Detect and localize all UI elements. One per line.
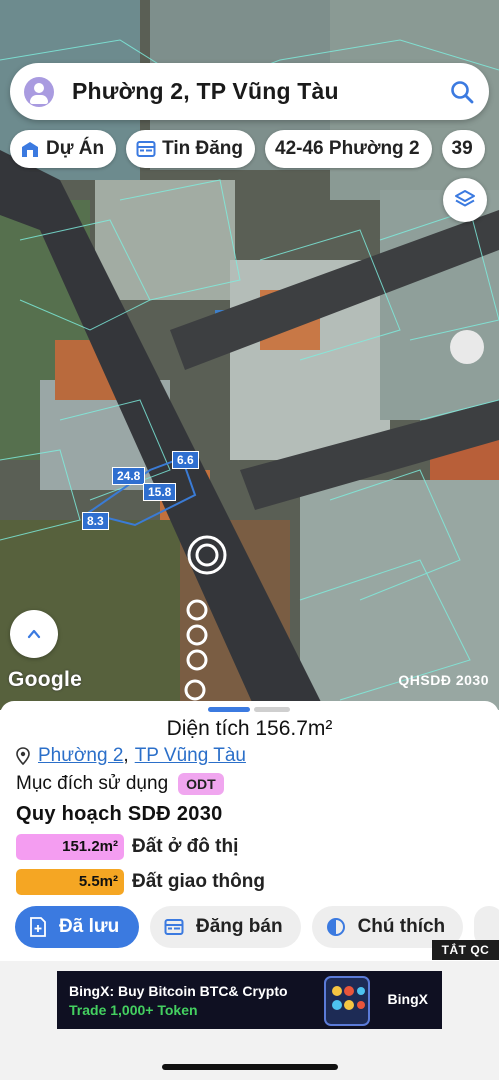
chip-address[interactable]: 42-46 Phường 2	[265, 130, 432, 168]
search-bar[interactable]: Phường 2, TP Vũng Tàu	[10, 63, 489, 120]
filter-chips: Dự Án Tin Đăng 42-46 Phường 2 39	[10, 130, 485, 168]
saved-button[interactable]: Đã lưu	[15, 906, 139, 948]
bottom-sheet: Diện tích 156.7m² Phường 2 , TP Vũng Tàu…	[0, 701, 499, 961]
chip-tin-dang[interactable]: Tin Đăng	[126, 130, 256, 168]
hide-ads-button[interactable]: TẮT QC	[432, 940, 499, 960]
purpose-row: Mục đích sử dụng ODT	[16, 773, 224, 795]
search-title[interactable]: Phường 2, TP Vũng Tàu	[72, 78, 449, 105]
post-sale-label: Đăng bán	[196, 916, 283, 937]
location-separator: ,	[123, 745, 129, 766]
plan-row: 5.5m² Đất giao thông	[16, 869, 265, 895]
purpose-label: Mục đích sử dụng	[16, 773, 169, 794]
city-link[interactable]: TP Vũng Tàu	[135, 745, 246, 767]
plan-row: 151.2m² Đất ở đô thị	[16, 834, 238, 860]
home-indicator	[162, 1064, 338, 1070]
avatar[interactable]	[24, 76, 54, 107]
listing-icon	[164, 919, 184, 935]
land-type-label: Đất ở đô thị	[132, 836, 239, 857]
map-control-dot[interactable]	[450, 330, 484, 364]
plan-title: Quy hoạch SDĐ 2030	[16, 803, 223, 825]
area-pill: 151.2m²	[16, 834, 124, 860]
ad-headline: BingX: Buy Bitcoin BTC& Crypto	[69, 983, 288, 999]
layers-icon	[455, 190, 475, 207]
ad-banner[interactable]: BingX: Buy Bitcoin BTC& Crypto Trade 1,0…	[57, 971, 442, 1029]
chip-du-an[interactable]: Dự Án	[10, 130, 117, 168]
legend-label: Chú thích	[357, 916, 446, 937]
layers-button[interactable]	[443, 178, 487, 222]
action-bar: Đã lưu Đăng bán Chú thích	[15, 906, 499, 948]
location-row: Phường 2 , TP Vũng Tàu	[16, 745, 246, 767]
expand-button[interactable]	[10, 610, 58, 658]
post-sale-button[interactable]: Đăng bán	[150, 906, 301, 948]
dimension-label: 24.8	[112, 467, 146, 485]
purpose-code-badge: ODT	[178, 773, 224, 795]
satellite-map[interactable]: 6.6 24.8 15.8 8.3 Phường 2, TP Vũng Tàu …	[0, 0, 499, 710]
search-icon[interactable]	[449, 79, 475, 105]
chip-address-2[interactable]: 39	[441, 130, 485, 168]
area-text: Diện tích 156.7m²	[166, 717, 333, 740]
building-icon	[22, 142, 38, 157]
chip-label: 42-46 Phường 2	[275, 138, 420, 159]
dimension-label: 6.6	[172, 451, 199, 469]
ward-link[interactable]: Phường 2	[38, 745, 123, 767]
ad-subline: Trade 1,000+ Token	[69, 1002, 198, 1018]
map-layer-tag: QHSDĐ 2030	[398, 672, 489, 688]
chip-label: Tin Đăng	[162, 138, 244, 159]
chevron-up-icon	[27, 629, 41, 639]
ad-brand: BingX	[387, 991, 428, 1007]
contrast-icon	[326, 918, 345, 936]
google-logo: Google	[8, 668, 83, 691]
saved-doc-icon	[30, 917, 46, 937]
sheet-handle-active[interactable]	[208, 707, 250, 712]
location-pin-icon	[16, 747, 30, 765]
dimension-label: 15.8	[143, 483, 177, 501]
saved-label: Đã lưu	[59, 916, 120, 937]
chip-label: 39	[451, 138, 473, 159]
sheet-handle[interactable]	[254, 707, 290, 712]
listing-icon	[136, 141, 156, 157]
chip-label: Dự Án	[46, 138, 105, 159]
area-pill: 5.5m²	[16, 869, 124, 895]
land-type-label: Đất giao thông	[132, 871, 265, 892]
dimension-label: 8.3	[82, 512, 109, 530]
slot-machine-icon	[324, 976, 370, 1026]
